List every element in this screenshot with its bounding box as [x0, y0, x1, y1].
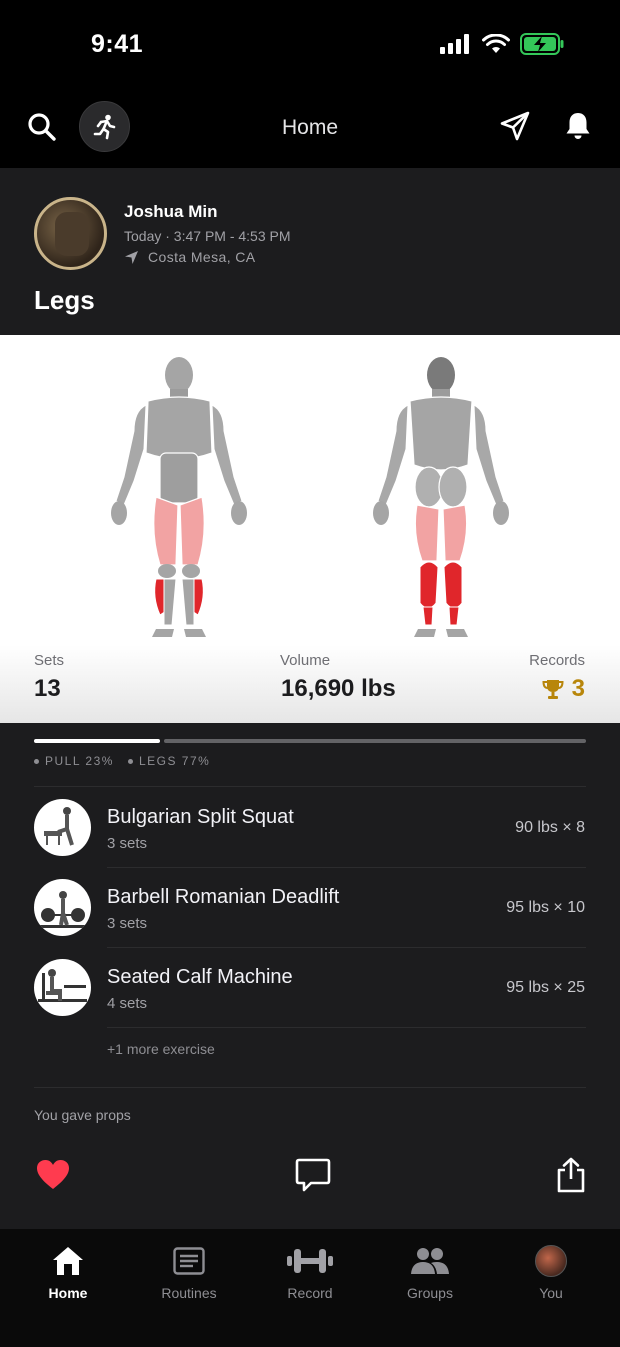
routines-list-icon: [173, 1247, 205, 1275]
exercise-best-set: 95 lbs × 25: [506, 979, 585, 996]
exercise-sets: 3 sets: [107, 835, 148, 852]
send-icon[interactable]: [499, 110, 531, 142]
divider: [107, 1027, 586, 1028]
divider: [107, 947, 586, 948]
workout-time-range: Today · 3:47 PM - 4:53 PM: [124, 228, 291, 244]
sets-value: 13: [34, 675, 61, 702]
exercise-thumbnail: [34, 879, 91, 936]
exercise-row[interactable]: Barbell Romanian Deadlift 3 sets 95 lbs …: [0, 869, 620, 949]
heart-like-icon[interactable]: [36, 1158, 70, 1192]
exercise-thumbnail: [34, 799, 91, 856]
exercise-sets: 3 sets: [107, 915, 148, 932]
tab-you[interactable]: You: [501, 1243, 601, 1301]
exercise-name: Bulgarian Split Squat: [107, 806, 294, 828]
exercise-thumbnail: [34, 959, 91, 1016]
divider: [107, 867, 586, 868]
tab-routines[interactable]: Routines: [139, 1243, 239, 1301]
exercise-name: Barbell Romanian Deadlift: [107, 886, 340, 908]
workout-post-card[interactable]: Joshua Min Today · 3:47 PM - 4:53 PM Cos…: [0, 168, 620, 1229]
divider: [34, 786, 586, 787]
tab-record-label: Record: [287, 1285, 333, 1301]
split-bar-pull: [34, 739, 160, 743]
tab-groups[interactable]: Groups: [380, 1243, 480, 1301]
user-name[interactable]: Joshua Min: [124, 202, 218, 222]
battery-charging-icon: [520, 33, 564, 55]
body-front-figure: [111, 357, 247, 637]
home-icon: [53, 1247, 83, 1275]
status-icons: [440, 33, 564, 55]
exercise-row[interactable]: Seated Calf Machine 4 sets 95 lbs × 25: [0, 949, 620, 1029]
props-status-text: You gave props: [34, 1107, 131, 1123]
location-text: Costa Mesa, CA: [148, 249, 256, 265]
cellular-signal-icon: [440, 34, 469, 54]
exercise-name: Seated Calf Machine: [107, 966, 293, 988]
tab-home[interactable]: Home: [18, 1243, 118, 1301]
tab-record[interactable]: Record: [260, 1243, 360, 1301]
top-nav-header: Home: [0, 92, 620, 168]
split-legend-legs: LEGS 77%: [127, 754, 210, 768]
tab-groups-label: Groups: [407, 1285, 453, 1301]
exercise-best-set: 95 lbs × 10: [506, 899, 585, 916]
exercise-row[interactable]: Bulgarian Split Squat 3 sets 90 lbs × 8: [0, 789, 620, 869]
body-back-figure: [373, 357, 509, 637]
exercise-sets: 4 sets: [107, 995, 148, 1012]
records-label: Records: [529, 652, 585, 669]
bottom-tab-bar: Home Routines Record Groups You: [0, 1229, 620, 1347]
records-value: 3: [571, 675, 585, 702]
status-time: 9:41: [91, 30, 144, 58]
trophy-icon: [542, 680, 564, 699]
comment-icon[interactable]: [295, 1157, 331, 1193]
divider: [34, 1087, 586, 1088]
sets-label: Sets: [34, 652, 65, 669]
bell-icon[interactable]: [562, 110, 594, 142]
post-header: Joshua Min Today · 3:47 PM - 4:53 PM Cos…: [0, 168, 620, 335]
tab-you-label: You: [539, 1285, 563, 1301]
exercise-best-set: 90 lbs × 8: [515, 819, 585, 836]
status-bar: 9:41: [0, 0, 620, 92]
split-bar-legs: [164, 739, 586, 743]
user-avatar[interactable]: [34, 197, 107, 270]
wifi-icon: [482, 34, 510, 53]
more-exercises-link[interactable]: +1 more exercise: [107, 1041, 215, 1057]
records-value-group: 3: [542, 675, 585, 703]
workout-title[interactable]: Legs: [34, 285, 95, 316]
profile-avatar: [535, 1245, 567, 1277]
split-legend-pull: PULL 23%: [34, 754, 114, 768]
share-icon[interactable]: [555, 1157, 587, 1193]
groups-people-icon: [411, 1248, 449, 1274]
tab-routines-label: Routines: [161, 1285, 217, 1301]
volume-value: 16,690 lbs: [281, 675, 396, 702]
location-arrow-icon: [125, 250, 138, 264]
dumbbell-icon: [287, 1249, 333, 1273]
workout-location: Costa Mesa, CA: [124, 249, 256, 265]
muscle-split-legend: PULL 23% LEGS 77%: [34, 754, 210, 768]
volume-label: Volume: [280, 652, 331, 669]
tab-home-label: Home: [48, 1285, 88, 1301]
